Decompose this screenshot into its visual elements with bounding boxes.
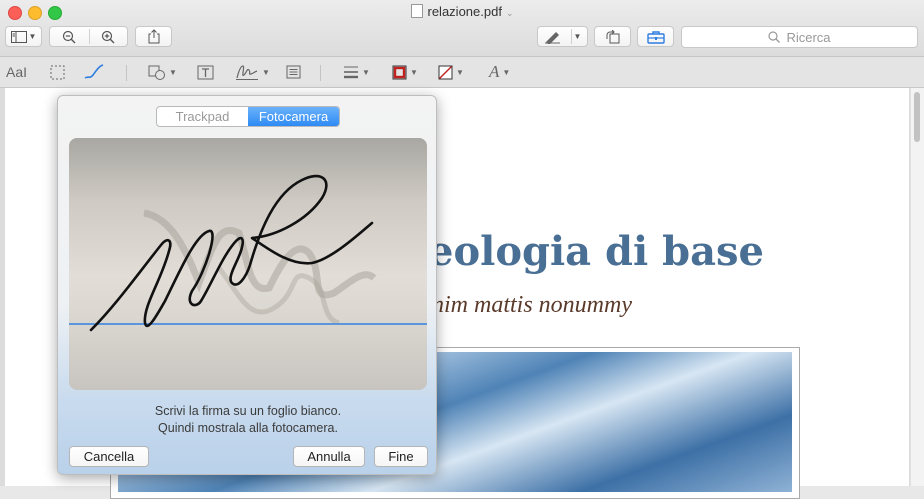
- tab-camera[interactable]: Fotocamera: [248, 107, 339, 126]
- text-box-tool[interactable]: [197, 63, 214, 81]
- tab-trackpad[interactable]: Trackpad: [157, 107, 248, 126]
- search-placeholder: Ricerca: [786, 29, 831, 45]
- chevron-down-icon: ▼: [410, 67, 418, 77]
- document-heading: eologia di base: [428, 228, 764, 275]
- sketch-icon: [84, 64, 104, 79]
- text-selection-tool[interactable]: AaI: [6, 63, 27, 81]
- document-title-text: relazione.pdf: [427, 4, 502, 19]
- line-style-tool[interactable]: ▼: [343, 63, 370, 81]
- captured-signature: [89, 174, 374, 332]
- search-icon: [768, 31, 781, 43]
- rect-selection-tool[interactable]: [50, 63, 65, 81]
- instruction-line-1: Scrivi la firma su un foglio bianco.: [154, 404, 342, 418]
- chevron-down-icon: ▼: [169, 67, 177, 77]
- fill-color-tool[interactable]: ▼: [438, 63, 464, 81]
- document-subheading: nim mattis nonummy: [432, 292, 632, 318]
- rotate-button[interactable]: [594, 26, 631, 47]
- done-button[interactable]: Fine: [374, 446, 428, 467]
- chevron-down-icon: ▼: [573, 32, 582, 41]
- markup-toolbar-button[interactable]: ▼: [537, 26, 588, 47]
- scrollbar-thumb[interactable]: [914, 92, 920, 142]
- rect-selection-icon: [50, 65, 65, 79]
- text-box-icon: [197, 65, 214, 79]
- note-icon: [286, 65, 301, 79]
- zoom-in-button[interactable]: [89, 30, 128, 44]
- rotate-icon: [606, 29, 619, 43]
- zoom-group: [49, 26, 128, 47]
- border-color-tool[interactable]: ▼: [392, 63, 418, 81]
- shapes-icon: [148, 65, 165, 80]
- vertical-scrollbar[interactable]: [910, 88, 924, 486]
- sidebar-view-button[interactable]: ▼: [5, 26, 42, 47]
- text-style-label: AaI: [6, 64, 28, 80]
- zoom-out-button[interactable]: [50, 30, 89, 44]
- line-style-icon: [344, 66, 358, 79]
- chevron-down-icon: ▼: [262, 67, 270, 77]
- signature-instructions: Scrivi la firma su un foglio bianco. Qui…: [58, 403, 438, 437]
- fill-color-icon: [438, 65, 453, 79]
- clear-button[interactable]: Cancella: [69, 446, 149, 467]
- search-input[interactable]: Ricerca: [681, 26, 918, 48]
- signature-popover: Trackpad Fotocamera Scrivi la firma su u…: [57, 95, 437, 475]
- pdf-document-icon: [410, 4, 423, 18]
- chevron-down-icon: ⌄: [505, 8, 514, 18]
- chevron-down-icon: ▼: [456, 67, 464, 77]
- shapes-tool[interactable]: ▼: [148, 63, 177, 81]
- zoom-out-icon: [63, 30, 76, 43]
- share-button[interactable]: [135, 26, 172, 47]
- markup-toolbar: AaI ▼ ▼ ▼ ▼ ▼ A ▼: [0, 57, 924, 88]
- share-icon: [148, 29, 159, 44]
- text-style-tool[interactable]: A ▼: [489, 62, 511, 81]
- signature-tool[interactable]: ▼: [235, 63, 270, 81]
- chevron-down-icon: ▼: [28, 32, 37, 41]
- sketch-tool[interactable]: [84, 63, 104, 81]
- chevron-down-icon: ▼: [502, 67, 511, 77]
- document-title[interactable]: relazione.pdf ⌄: [0, 4, 924, 19]
- chevron-down-icon: ▼: [362, 67, 370, 77]
- font-icon: A: [489, 62, 500, 81]
- zoom-in-icon: [101, 30, 115, 43]
- window-titlebar: relazione.pdf ⌄ ▼ ▼ Ricerca: [0, 0, 924, 57]
- signature-source-segmented-control: Trackpad Fotocamera: [156, 106, 340, 127]
- signature-shadow: [143, 209, 377, 299]
- border-color-icon: [392, 65, 407, 79]
- signature-icon: [236, 65, 258, 80]
- instruction-line-2: Quindi mostrala alla fotocamera.: [158, 421, 338, 435]
- cancel-button[interactable]: Annulla: [293, 446, 365, 467]
- toolbox-icon: [646, 30, 665, 44]
- sidebar-icon: [10, 30, 27, 43]
- markup-pen-icon: [544, 31, 560, 44]
- toolbox-button[interactable]: [637, 26, 674, 47]
- note-tool[interactable]: [286, 63, 301, 81]
- camera-preview: [69, 138, 427, 390]
- camera-preview-graphics: [69, 174, 427, 332]
